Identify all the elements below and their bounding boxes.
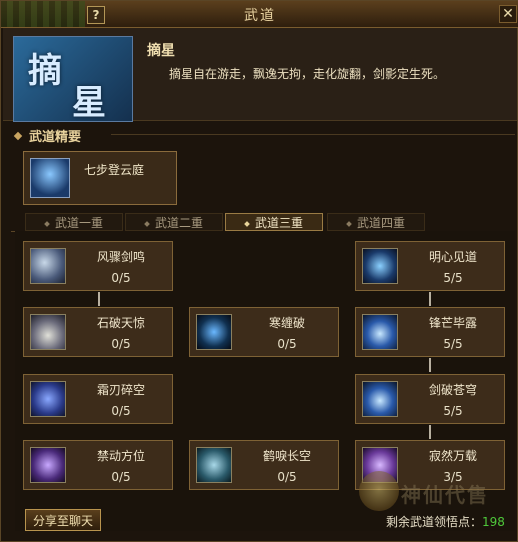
window-title: 武道 (244, 8, 276, 24)
skill-name: 寒缠破 (268, 316, 305, 330)
skill-name: 风骤剑鸣 (96, 250, 145, 264)
skill-progress: 0/5 (111, 470, 131, 484)
remaining-points-value: 198 (482, 515, 505, 529)
close-button[interactable]: ✕ (499, 5, 517, 23)
skill-progress: 0/5 (111, 404, 131, 418)
tab-label: 武道二重 (154, 216, 203, 230)
skill-progress: 0/5 (277, 470, 297, 484)
remaining-points: 剩余武道领悟点：198 (386, 513, 505, 530)
watermark-text: 神仙代售 (401, 483, 489, 507)
skill-name: 剑破苍穹 (428, 383, 477, 397)
skill-node-fengzhou[interactable]: 风骤剑鸣 0/5 (23, 241, 173, 291)
tree-connector (98, 292, 100, 306)
section-essence-label: 武道精要 (13, 126, 82, 145)
tab-tier-4[interactable]: 武道四重 (327, 213, 425, 231)
martial-way-window: ? 武道 ✕ 摘 星 摘星 摘星自在游走，飘逸无拘，走化旋翻，剑影定生死。 武道… (0, 0, 518, 542)
lightning-figure-icon[interactable] (30, 158, 70, 198)
style-emblem-icon: 摘 星 (13, 36, 133, 123)
forbid-move-icon[interactable] (30, 447, 66, 483)
tier-tabs: 武道一重 武道二重 武道三重 武道四重 (11, 213, 515, 232)
emblem-char-2: 星 (72, 83, 106, 123)
style-header: 摘 星 摘星 摘星自在游走，飘逸无拘，走化旋翻，剑影定生死。 (3, 28, 517, 123)
skill-progress: 5/5 (443, 271, 463, 285)
skill-name: 锋芒毕露 (428, 316, 477, 330)
skill-progress: 0/5 (111, 337, 131, 351)
remaining-points-label: 剩余武道领悟点： (386, 515, 483, 529)
skill-node-jindong[interactable]: 禁动方位 0/5 (23, 440, 173, 490)
skill-name: 霜刃碎空 (96, 383, 145, 397)
crane-cry-icon[interactable] (196, 447, 232, 483)
tab-diamond-icon (144, 221, 150, 227)
style-description: 摘星自在游走，飘逸无拘，走化旋翻，剑影定生死。 (169, 67, 446, 81)
skill-progress: 5/5 (443, 404, 463, 418)
tab-tier-1[interactable]: 武道一重 (25, 213, 123, 231)
share-to-chat-button[interactable]: 分享至聊天 (25, 509, 101, 531)
section-label-text: 武道精要 (29, 130, 82, 145)
stone-break-icon[interactable] (30, 314, 66, 350)
tree-connector (429, 358, 431, 372)
tab-label: 武道三重 (254, 216, 303, 230)
skill-node-hanchan[interactable]: 寒缠破 0/5 (189, 307, 339, 357)
skill-node-shipo[interactable]: 石破天惊 0/5 (23, 307, 173, 357)
skill-node-heti[interactable]: 鹤唳长空 0/5 (189, 440, 339, 490)
skill-progress: 5/5 (443, 337, 463, 351)
skill-node-shuangren[interactable]: 霜刃碎空 0/5 (23, 374, 173, 424)
tab-tier-3[interactable]: 武道三重 (225, 213, 323, 231)
skill-name: 石破天惊 (96, 316, 145, 330)
tree-connector (429, 292, 431, 306)
watermark-logo-icon (359, 471, 399, 511)
tab-tier-2[interactable]: 武道二重 (125, 213, 223, 231)
style-name: 摘星 (147, 43, 175, 59)
cold-bind-icon[interactable] (196, 314, 232, 350)
sharp-edge-icon[interactable] (362, 314, 398, 350)
tab-label: 武道一重 (54, 216, 103, 230)
frost-blade-icon[interactable] (30, 381, 66, 417)
skill-name: 寂然万载 (428, 449, 477, 463)
diamond-icon (13, 131, 23, 141)
skill-node-fengmang[interactable]: 锋芒毕露 5/5 (355, 307, 505, 357)
tree-connector (429, 425, 431, 439)
essence-skill-label: 七步登云庭 (84, 163, 145, 177)
essence-skill[interactable]: 七步登云庭 (23, 151, 177, 205)
title-bar[interactable]: ? 武道 ✕ (1, 1, 518, 28)
skill-progress: 0/5 (277, 337, 297, 351)
skill-name: 明心见道 (428, 250, 477, 264)
sword-sky-icon[interactable] (362, 381, 398, 417)
emblem-char-1: 摘 (28, 51, 62, 91)
tab-diamond-icon (346, 221, 352, 227)
tab-label: 武道四重 (356, 216, 405, 230)
tab-diamond-icon (44, 221, 50, 227)
skill-node-mingxin[interactable]: 明心见道 5/5 (355, 241, 505, 291)
skill-name: 禁动方位 (96, 449, 145, 463)
wind-sword-icon[interactable] (30, 248, 66, 284)
section-divider (111, 134, 515, 135)
skill-node-jianpo[interactable]: 剑破苍穹 5/5 (355, 374, 505, 424)
skill-progress: 0/5 (111, 271, 131, 285)
skill-name: 鹤唳长空 (262, 449, 311, 463)
clear-mind-icon[interactable] (362, 248, 398, 284)
tab-diamond-icon (244, 221, 250, 227)
